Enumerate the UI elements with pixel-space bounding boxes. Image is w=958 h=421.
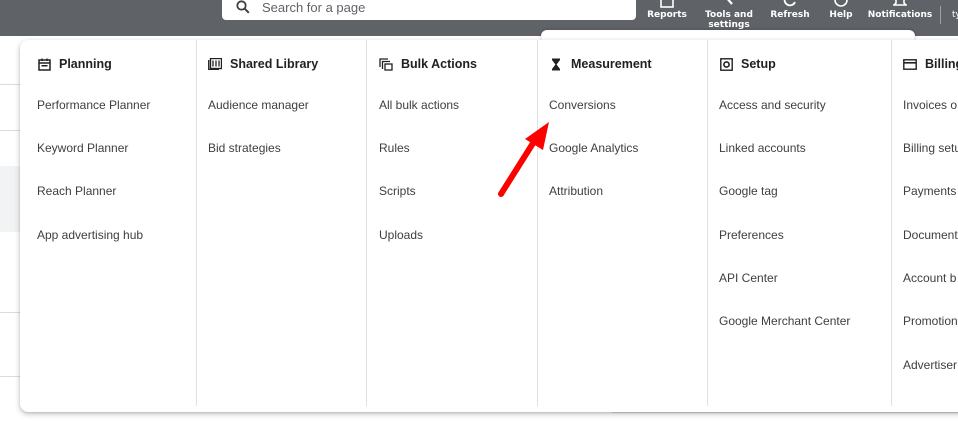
hourglass-icon [549,57,563,71]
background-page [0,36,20,421]
menu-item-google-tag[interactable]: Google tag [719,184,778,198]
menu-item-invoices[interactable]: Invoices o [903,98,957,112]
column-header-billing: Billing [903,56,958,72]
menu-column-measurement: Measurement Conversions Google Analytics… [532,40,708,406]
menu-column-billing: Billing Invoices o Billing setu Payments… [886,40,958,406]
menu-item-payments[interactable]: Payments [903,184,956,198]
menu-item-documents[interactable]: Document [903,228,958,242]
refresh-label: Refresh [770,10,810,20]
refresh-icon [783,0,797,8]
menu-item-api-center[interactable]: API Center [719,271,778,285]
menu-item-promotions[interactable]: Promotion [903,314,958,328]
menu-item-preferences[interactable]: Preferences [719,228,784,242]
menu-item-google-merchant-center[interactable]: Google Merchant Center [719,314,850,328]
search-box[interactable]: Search for a page [222,0,636,20]
search-icon [232,0,254,18]
menu-item-google-analytics[interactable]: Google Analytics [549,141,638,155]
menu-column-planning: Planning Performance Planner Keyword Pla… [20,40,197,406]
menu-item-performance-planner[interactable]: Performance Planner [37,98,150,112]
column-title: Shared Library [230,57,319,71]
menu-item-billing-setup[interactable]: Billing setu [903,141,958,155]
setup-icon [719,57,733,71]
red-arrow-annotation [498,122,549,197]
copy-icon [379,57,393,71]
background-divider [0,376,20,377]
reports-icon [660,0,674,8]
menu-item-linked-accounts[interactable]: Linked accounts [719,141,806,155]
background-divider [0,312,20,313]
menu-item-keyword-planner[interactable]: Keyword Planner [37,141,128,155]
menu-column-setup: Setup Access and security Linked account… [702,40,892,406]
column-header-bulk-actions: Bulk Actions [379,56,477,72]
tools-menu-panel: Planning Performance Planner Keyword Pla… [20,40,958,412]
help-label: Help [829,10,853,20]
column-title: Bulk Actions [401,57,477,71]
notifications-label: Notifications [867,10,933,20]
menu-item-app-advertising-hub[interactable]: App advertising hub [37,228,143,242]
credit-card-icon [903,57,917,71]
calendar-icon [37,57,51,71]
column-header-shared-library: Shared Library [208,56,318,72]
background-divider [612,412,958,413]
column-header-planning: Planning [37,56,112,72]
column-title: Setup [741,57,776,71]
menu-item-conversions[interactable]: Conversions [549,98,616,112]
topbar-divider [940,6,941,24]
menu-item-uploads[interactable]: Uploads [379,228,423,242]
background-divider [0,130,20,131]
menu-column-shared-library: Shared Library Audience manager Bid stra… [191,40,367,406]
menu-column-bulk-actions: Bulk Actions All bulk actions Rules Scri… [362,40,538,406]
tools-and-settings-label: Tools and settings [705,10,753,30]
search-placeholder: Search for a page [262,0,366,15]
column-title: Planning [59,57,112,71]
menu-item-account-budgets[interactable]: Account b [903,271,956,285]
menu-item-all-bulk-actions[interactable]: All bulk actions [379,98,459,112]
account-initial[interactable]: ty [952,10,958,20]
menu-item-bid-strategies[interactable]: Bid strategies [208,141,281,155]
menu-item-attribution[interactable]: Attribution [549,184,603,198]
menu-item-audience-manager[interactable]: Audience manager [208,98,309,112]
background-divider [0,84,20,85]
help-icon [834,0,848,8]
menu-item-reach-planner[interactable]: Reach Planner [37,184,116,198]
reports-label: Reports [647,10,687,20]
menu-item-advertiser[interactable]: Advertiser [903,358,957,372]
column-title: Measurement [571,57,652,71]
menu-item-access-and-security[interactable]: Access and security [719,98,826,112]
column-header-setup: Setup [719,56,776,72]
column-title: Billing [925,57,958,71]
background-row [0,166,20,232]
menu-item-rules[interactable]: Rules [379,141,410,155]
library-icon [208,57,222,71]
column-header-measurement: Measurement [549,56,652,72]
bell-icon [893,0,907,8]
menu-item-scripts[interactable]: Scripts [379,184,416,198]
wrench-icon [722,0,736,8]
